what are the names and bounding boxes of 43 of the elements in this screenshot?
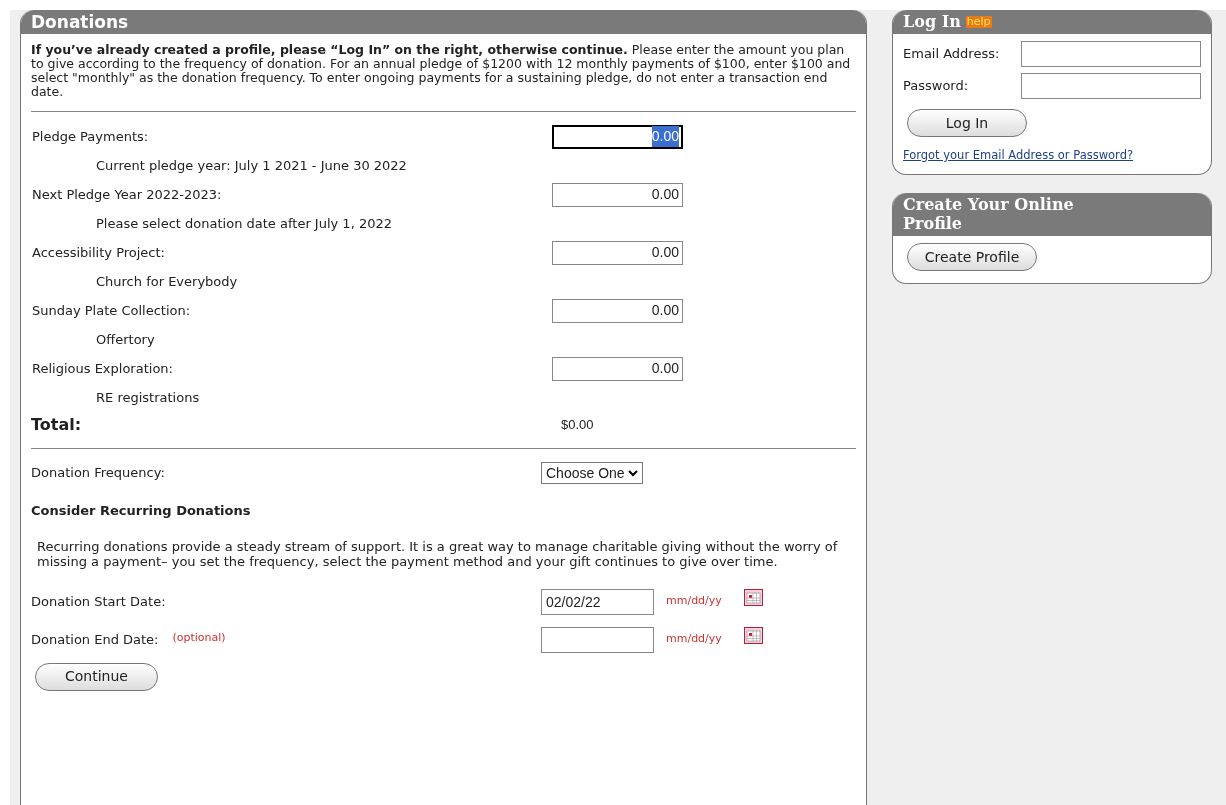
log-in-button[interactable]: Log In bbox=[907, 109, 1027, 137]
recurring-paragraph: Recurring donations provide a steady stream of support. It is a great way to manage charitable giving without the worry of missing a payment– you set the frequency, select the payment method and your gift continues to give over time. bbox=[36, 538, 839, 569]
field-label: Email Address: bbox=[903, 45, 1001, 64]
calendar-icon[interactable] bbox=[744, 627, 763, 644]
optional-note: (optional) bbox=[172, 629, 226, 646]
chevron-icon bbox=[627, 469, 638, 477]
amount-input[interactable]: 0.00 bbox=[552, 298, 683, 323]
amount-input[interactable]: 0.00 bbox=[552, 124, 683, 149]
amount-input[interactable]: 0.00 bbox=[552, 356, 683, 381]
fund-note: Please select donation date after July 1, 2022 bbox=[96, 216, 392, 231]
date-input[interactable]: 02/02/22 bbox=[541, 588, 654, 615]
date-input[interactable] bbox=[541, 626, 654, 653]
date-format-hint: mm/dd/yy bbox=[666, 593, 723, 610]
field-label: Password: bbox=[903, 77, 970, 96]
field-label: Donation Frequency: bbox=[31, 464, 166, 483]
panel-title: Log In bbox=[903, 11, 961, 33]
field-label: Next Pledge Year 2022-2023: bbox=[32, 185, 223, 204]
section-heading: Consider Recurring Donations bbox=[31, 502, 252, 520]
panel-title: Create Your Online Profile bbox=[893, 193, 1211, 237]
continue-button[interactable]: Continue bbox=[35, 662, 158, 691]
field-label: Donation Start Date: bbox=[31, 592, 166, 611]
intro-paragraph: If you’ve already created a profile, please “Log In” on the right, otherwise continue. Please enter the amount you plan to give according to the frequency of donation. For an annual pledge of $1200 with 12 monthly payments of $100, enter $100 and select "monthly" as the donation frequency. To enter ongoing payments for a sustaining pledge, do not enter a transaction end date. bbox=[31, 43, 856, 112]
amount-input[interactable]: 0.00 bbox=[552, 182, 683, 207]
field-label: Donation End Date: bbox=[31, 630, 159, 649]
fund-note: Church for Everybody bbox=[96, 274, 238, 289]
field-label: Religious Exploration: bbox=[32, 359, 174, 378]
text-input[interactable] bbox=[1021, 41, 1201, 67]
field-label: Sunday Plate Collection: bbox=[32, 301, 192, 320]
fund-note: Offertory bbox=[96, 332, 155, 347]
calendar-icon[interactable] bbox=[744, 589, 763, 606]
total-amount: $0.00 bbox=[561, 416, 594, 435]
total-label: Total: bbox=[31, 414, 83, 436]
field-label: Pledge Payments: bbox=[32, 127, 150, 146]
amount-input[interactable]: 0.00 bbox=[552, 240, 683, 265]
panel-title: Donations bbox=[21, 10, 866, 34]
text-input[interactable] bbox=[1021, 73, 1201, 99]
date-format-hint: mm/dd/yy bbox=[666, 631, 723, 648]
frequency-dropdown[interactable]: Choose One bbox=[541, 462, 643, 484]
fund-note: Current pledge year: July 1 2021 - June 30 2022 bbox=[96, 158, 407, 173]
create-profile-button[interactable]: Create Profile bbox=[907, 243, 1037, 272]
forgot-link[interactable]: Forgot your Email Address or Password? bbox=[903, 147, 1201, 165]
fund-note: RE registrations bbox=[96, 390, 200, 405]
field-label: Accessibility Project: bbox=[32, 243, 166, 262]
